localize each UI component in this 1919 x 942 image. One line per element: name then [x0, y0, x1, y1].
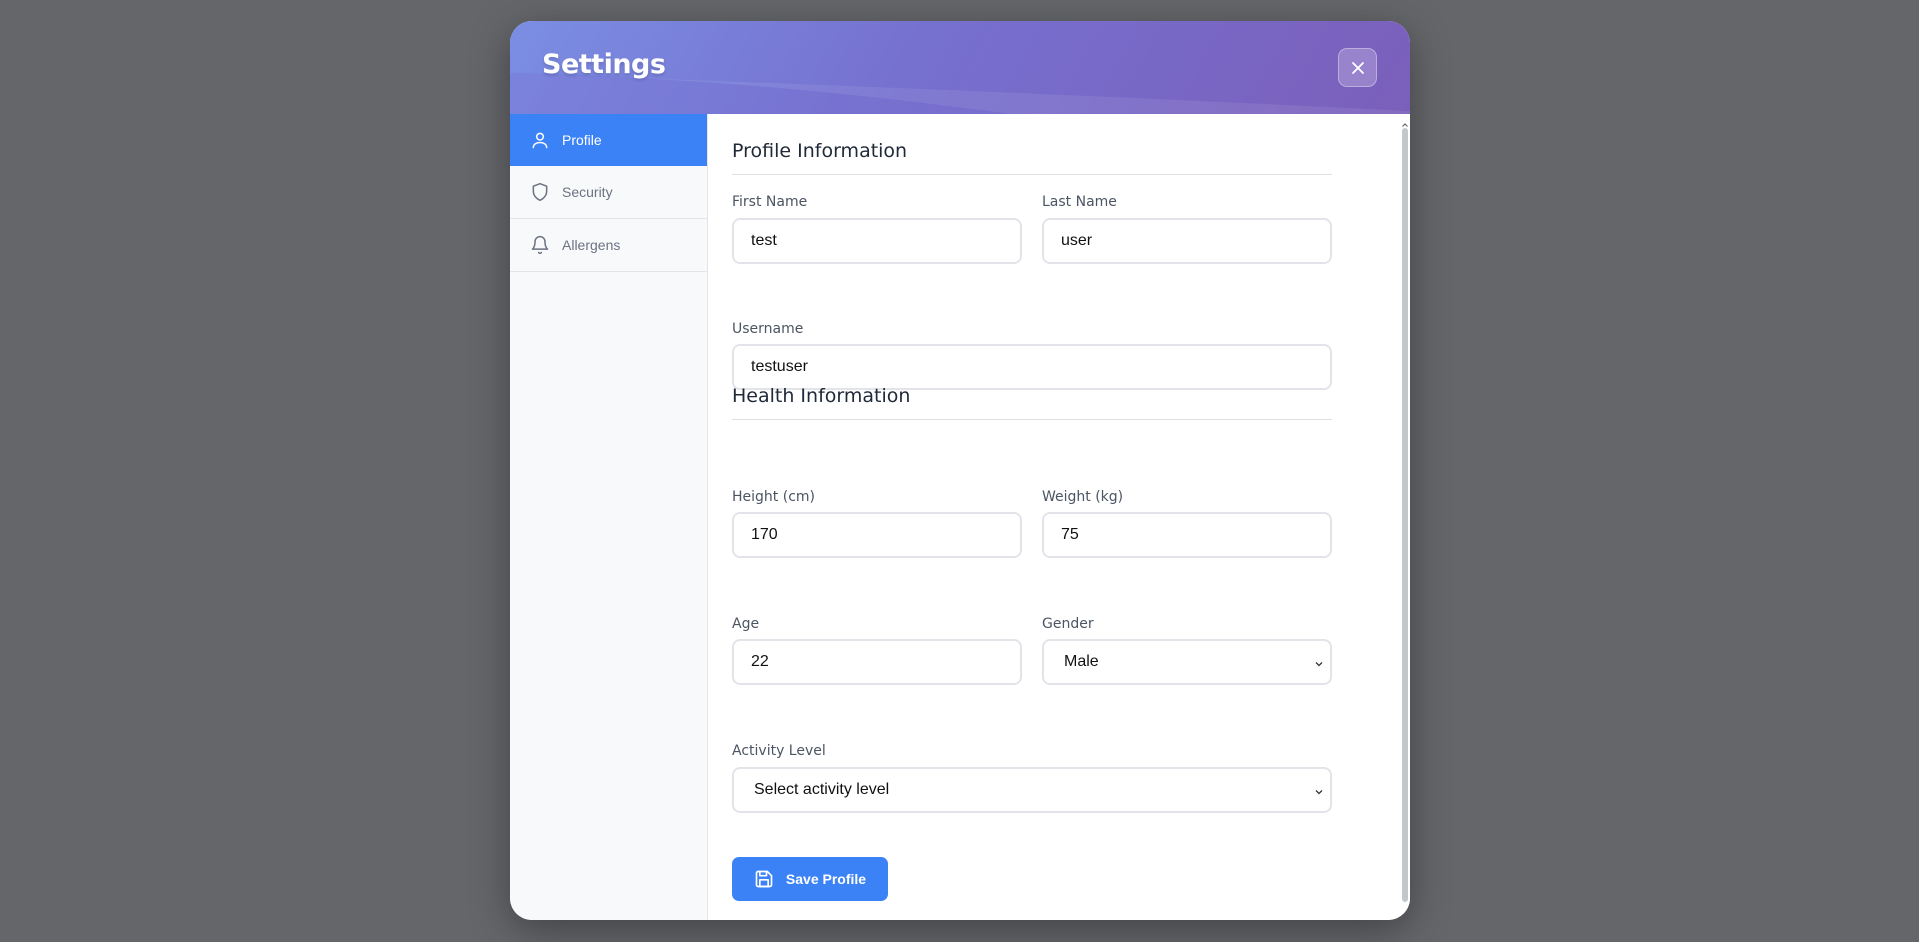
username-field[interactable]	[732, 344, 1332, 390]
gender-select[interactable]: Male	[1042, 639, 1332, 685]
last-name-field[interactable]	[1042, 218, 1332, 264]
gender-selected-value: Male	[1064, 653, 1099, 670]
content-scrollbar[interactable]	[1400, 114, 1410, 920]
profile-section-title: Profile Information	[732, 140, 1332, 175]
close-icon	[1351, 61, 1365, 75]
sidebar-item-security[interactable]: Security	[510, 166, 707, 219]
height-field[interactable]	[732, 512, 1022, 558]
bell-icon	[530, 235, 550, 255]
shield-icon	[530, 182, 550, 202]
age-field[interactable]	[732, 639, 1022, 685]
last-name-label: Last Name	[1042, 194, 1117, 210]
profile-form: Profile Information First Name Last Name…	[708, 114, 1410, 920]
sidebar-item-label: Profile	[562, 132, 602, 148]
modal-header: Settings	[510, 21, 1410, 114]
chevron-down-icon	[1314, 784, 1324, 802]
sidebar-item-label: Security	[562, 184, 613, 200]
save-profile-button[interactable]: Save Profile	[732, 857, 888, 901]
settings-modal: Settings Profile Security Allergens Prof…	[510, 21, 1410, 920]
weight-field[interactable]	[1042, 512, 1332, 558]
health-section-title: Health Information	[732, 385, 1332, 420]
close-button[interactable]	[1338, 48, 1377, 87]
activity-level-select[interactable]: Select activity level	[732, 767, 1332, 813]
activity-level-label: Activity Level	[732, 743, 826, 759]
username-label: Username	[732, 321, 804, 337]
save-icon	[754, 869, 774, 889]
user-icon	[530, 130, 550, 150]
scroll-down-icon[interactable]	[1401, 910, 1409, 920]
weight-label: Weight (kg)	[1042, 489, 1124, 505]
sidebar-item-profile[interactable]: Profile	[510, 114, 707, 166]
age-label: Age	[732, 616, 760, 632]
gender-label: Gender	[1042, 616, 1094, 632]
scrollbar-thumb[interactable]	[1402, 128, 1408, 902]
settings-sidebar: Profile Security Allergens	[510, 114, 708, 920]
save-button-label: Save Profile	[785, 871, 867, 887]
modal-title: Settings	[542, 49, 666, 80]
height-label: Height (cm)	[732, 489, 815, 505]
first-name-field[interactable]	[732, 218, 1022, 264]
activity-level-selected-value: Select activity level	[754, 781, 890, 798]
sidebar-item-label: Allergens	[562, 237, 621, 253]
sidebar-item-allergens[interactable]: Allergens	[510, 219, 707, 272]
chevron-down-icon	[1314, 656, 1324, 674]
first-name-label: First Name	[732, 194, 808, 210]
